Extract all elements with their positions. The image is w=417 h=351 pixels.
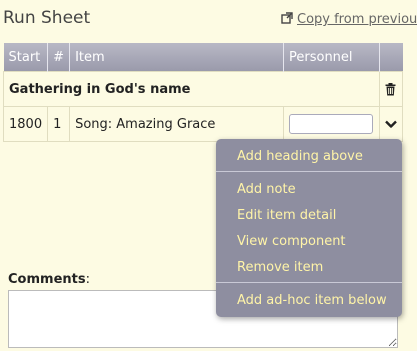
heading-label: Gathering in God's name	[3, 71, 380, 107]
table-header-row: Start # Item Personnel	[3, 43, 403, 72]
row-context-menu: Add heading above Add note Edit item det…	[216, 139, 402, 317]
delete-heading-button[interactable]	[378, 71, 404, 107]
menu-separator	[216, 171, 402, 172]
trash-icon	[385, 82, 397, 96]
chevron-down-icon	[385, 120, 397, 128]
personnel-input[interactable]	[289, 114, 373, 134]
item-title: Song: Amazing Grace	[69, 106, 284, 142]
menu-item-edit-item-detail[interactable]: Edit item detail	[237, 208, 336, 223]
row-menu-toggle[interactable]	[378, 106, 404, 142]
external-copy-icon	[281, 12, 293, 24]
col-personnel-header: Personnel	[283, 43, 380, 72]
comments-label-text: Comments	[8, 272, 86, 287]
col-actions-header	[379, 43, 403, 72]
menu-separator	[216, 282, 402, 283]
item-start-time: 1800	[2, 106, 49, 142]
table-row[interactable]: 1800 1 Song: Amazing Grace	[2, 106, 404, 142]
item-number: 1	[47, 106, 71, 142]
col-start-header: Start	[3, 43, 49, 72]
menu-item-view-component[interactable]: View component	[237, 234, 346, 249]
personnel-cell	[283, 106, 380, 142]
col-item-header: Item	[69, 43, 284, 72]
comments-label: Comments:	[8, 272, 90, 287]
copy-from-previous-label: Copy from previous	[297, 12, 417, 27]
run-sheet-table: Start # Item Personnel Gathering in God'…	[2, 43, 404, 142]
menu-item-add-note[interactable]: Add note	[237, 182, 296, 197]
menu-item-add-heading-above[interactable]: Add heading above	[237, 149, 363, 164]
copy-from-previous-link[interactable]: Copy from previous	[281, 12, 417, 27]
heading-row: Gathering in God's name	[3, 71, 404, 107]
col-number-header: #	[47, 43, 71, 72]
page-title: Run Sheet	[3, 8, 91, 28]
menu-item-remove-item[interactable]: Remove item	[237, 260, 323, 275]
comments-label-colon: :	[85, 272, 90, 287]
menu-item-add-adhoc-below[interactable]: Add ad-hoc item below	[237, 293, 387, 308]
